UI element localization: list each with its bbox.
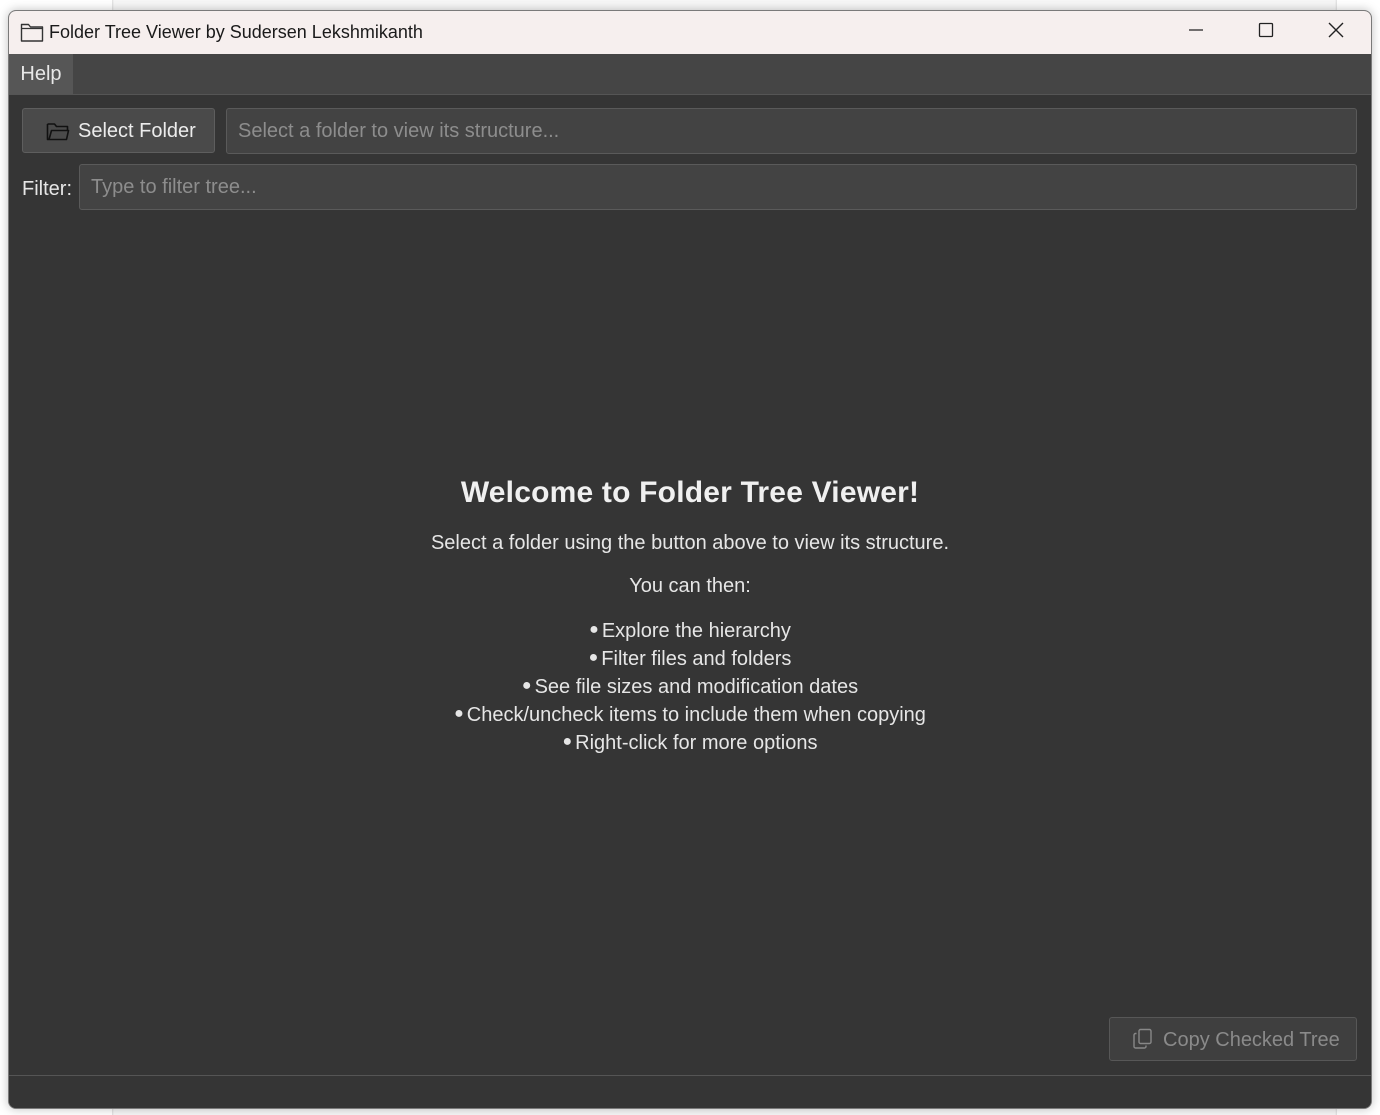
menu-help[interactable]: Help bbox=[9, 54, 73, 94]
select-folder-button[interactable]: Select Folder bbox=[22, 108, 215, 153]
feature-list: ● Explore the hierarchy ● Filter files and… bbox=[9, 618, 1371, 758]
copy-checked-tree-button[interactable]: Copy Checked Tree bbox=[1109, 1017, 1357, 1061]
welcome-then: You can then: bbox=[629, 575, 751, 597]
title-bar[interactable]: Folder Tree Viewer by Sudersen Lekshmika… bbox=[9, 11, 1371, 54]
status-bar bbox=[9, 1075, 1371, 1108]
folder-path-field[interactable] bbox=[226, 108, 1357, 154]
welcome-intro: Select a folder using the button above t… bbox=[430, 532, 950, 554]
list-item: ● Right-click for more options bbox=[562, 732, 818, 754]
copy-icon bbox=[1132, 1028, 1154, 1056]
list-item: ● See file sizes and modification dates bbox=[521, 676, 859, 698]
welcome-panel: Welcome to Folder Tree Viewer! Select a … bbox=[9, 476, 1371, 758]
minimize-button[interactable] bbox=[1161, 11, 1231, 54]
maximize-button[interactable] bbox=[1231, 11, 1301, 54]
maximize-icon bbox=[1258, 22, 1274, 43]
list-item: ● Explore the hierarchy bbox=[589, 620, 791, 642]
folder-icon bbox=[20, 21, 44, 43]
filter-label: Filter: bbox=[22, 178, 72, 200]
copy-checked-tree-label: Copy Checked Tree bbox=[1163, 1029, 1340, 1051]
close-button[interactable] bbox=[1301, 11, 1371, 54]
close-icon bbox=[1327, 21, 1345, 44]
list-item: ● Filter files and folders bbox=[588, 648, 792, 670]
filter-input[interactable] bbox=[79, 164, 1357, 210]
menu-bar: Help bbox=[9, 54, 1371, 95]
welcome-heading: Welcome to Folder Tree Viewer! bbox=[460, 476, 920, 509]
window-title: Folder Tree Viewer by Sudersen Lekshmika… bbox=[49, 22, 423, 42]
list-item: ● Check/uncheck items to include them whe… bbox=[454, 704, 926, 726]
minimize-icon bbox=[1188, 22, 1204, 43]
app-window: Folder Tree Viewer by Sudersen Lekshmika… bbox=[8, 10, 1372, 1109]
select-folder-label: Select Folder bbox=[78, 120, 196, 142]
folder-open-icon bbox=[46, 121, 70, 148]
